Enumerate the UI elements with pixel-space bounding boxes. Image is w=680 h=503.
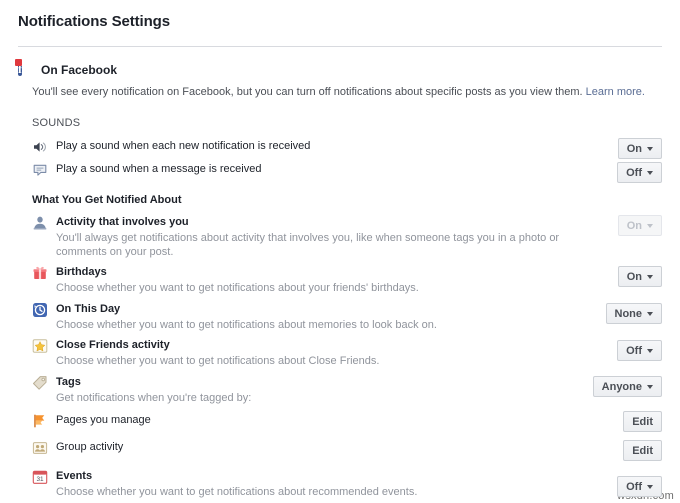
setting-row-header: Play a sound when each new notification … <box>32 139 662 155</box>
page-title: Notifications Settings <box>18 13 170 30</box>
chevron-down-icon <box>647 170 653 175</box>
setting-row: On This Day Choose whether you want to ge… <box>32 302 662 332</box>
control-label: Off <box>626 344 642 357</box>
setting-dropdown-off[interactable]: Off <box>617 476 662 497</box>
setting-row-title: Play a sound when a message is received <box>56 163 262 175</box>
control-label: None <box>614 307 643 320</box>
control-label: Off <box>626 166 642 179</box>
control-label: Edit <box>632 444 653 457</box>
calendar-icon: 31 <box>32 469 48 485</box>
facebook-notification-icon: f <box>15 59 34 78</box>
chevron-down-icon <box>647 484 653 489</box>
setting-row: 31 Events Choose whether you want to get n… <box>32 469 662 499</box>
setting-row: Close Friends activity Choose whether you… <box>32 338 662 368</box>
tag-icon <box>32 375 48 391</box>
setting-row-header: Activity that involves you <box>32 215 662 231</box>
chevron-down-icon <box>647 384 653 389</box>
setting-row-header: Birthdays <box>32 265 662 281</box>
on-facebook-label: On Facebook <box>41 63 118 77</box>
setting-row-title: Birthdays <box>56 266 107 278</box>
setting-row-title: Pages you manage <box>56 414 151 426</box>
setting-row-header: Group activity <box>32 440 662 456</box>
setting-row-title: Play a sound when each new notification … <box>56 140 311 152</box>
setting-row-header: Close Friends activity <box>32 338 662 354</box>
setting-dropdown-none[interactable]: None <box>605 303 662 324</box>
setting-row-title: Tags <box>56 376 81 388</box>
control-label: Off <box>626 480 642 493</box>
setting-row: Tags Get notifications when you're tagged… <box>32 375 662 405</box>
setting-row: Group activity <box>32 440 662 456</box>
chevron-down-icon <box>647 348 653 353</box>
setting-row-header: Play a sound when a message is received <box>32 162 662 178</box>
chevron-down-icon <box>647 311 653 316</box>
setting-dropdown-on[interactable]: On <box>617 138 662 159</box>
setting-dropdown-anyone[interactable]: Anyone <box>592 376 662 397</box>
setting-row-title: Activity that involves you <box>56 216 189 228</box>
setting-row: Activity that involves you You'll always … <box>32 215 662 259</box>
setting-row-description: Choose whether you want to get notificat… <box>56 282 419 294</box>
setting-row: Pages you manage <box>32 413 662 429</box>
control-label: Edit <box>632 415 653 428</box>
setting-row: Birthdays Choose whether you want to get … <box>32 265 662 295</box>
setting-edit-button[interactable]: Edit <box>623 411 662 432</box>
chevron-down-icon <box>647 274 653 279</box>
setting-row-title: Group activity <box>56 441 124 453</box>
message-bubble-icon <box>32 162 48 178</box>
gift-icon <box>32 265 48 281</box>
setting-row-title: Close Friends activity <box>56 339 170 351</box>
control-label: Anyone <box>601 380 642 393</box>
setting-dropdown-off[interactable]: Off <box>617 340 662 361</box>
setting-dropdown-off[interactable]: Off <box>617 162 662 183</box>
setting-edit-button[interactable]: Edit <box>623 440 662 461</box>
setting-row: Play a sound when a message is received <box>32 162 662 178</box>
svg-text:31: 31 <box>36 476 44 483</box>
learn-more-link[interactable]: Learn more. <box>586 86 645 98</box>
notified-about-heading: What You Get Notified About <box>32 194 182 206</box>
sounds-heading: SOUNDS <box>32 117 81 129</box>
person-icon <box>32 215 48 231</box>
setting-row-header: Pages you manage <box>32 413 662 429</box>
on-facebook-header: f On Facebook <box>15 59 118 78</box>
setting-row-description: Choose whether you want to get notificat… <box>56 319 437 331</box>
setting-row-description: Choose whether you want to get notificat… <box>56 486 418 498</box>
setting-row-header: On This Day <box>32 302 662 318</box>
setting-row-title: On This Day <box>56 303 121 315</box>
setting-row-description: Get notifications when you're tagged by: <box>56 392 252 404</box>
chevron-down-icon <box>647 146 653 151</box>
setting-row: Play a sound when each new notification … <box>32 139 662 155</box>
setting-dropdown-on: On <box>617 215 662 236</box>
title-divider <box>18 46 662 47</box>
on-facebook-description-text: You'll see every notification on Faceboo… <box>32 86 583 98</box>
on-facebook-description: You'll see every notification on Faceboo… <box>32 85 652 99</box>
control-label: On <box>626 142 642 155</box>
control-label: On <box>626 219 642 232</box>
clock-history-icon <box>32 302 48 318</box>
star-icon <box>32 338 48 354</box>
setting-row-description: Choose whether you want to get notificat… <box>56 355 380 367</box>
flag-icon <box>32 413 48 429</box>
control-label: On <box>626 270 642 283</box>
setting-dropdown-on[interactable]: On <box>617 266 662 287</box>
setting-row-description: You'll always get notifications about ac… <box>56 232 560 258</box>
setting-row-title: Events <box>56 470 93 482</box>
group-icon <box>32 440 48 456</box>
setting-row-header: Tags <box>32 375 662 391</box>
chevron-down-icon <box>647 223 653 228</box>
setting-row-header: 31 Events <box>32 469 662 485</box>
speaker-icon <box>32 139 48 155</box>
